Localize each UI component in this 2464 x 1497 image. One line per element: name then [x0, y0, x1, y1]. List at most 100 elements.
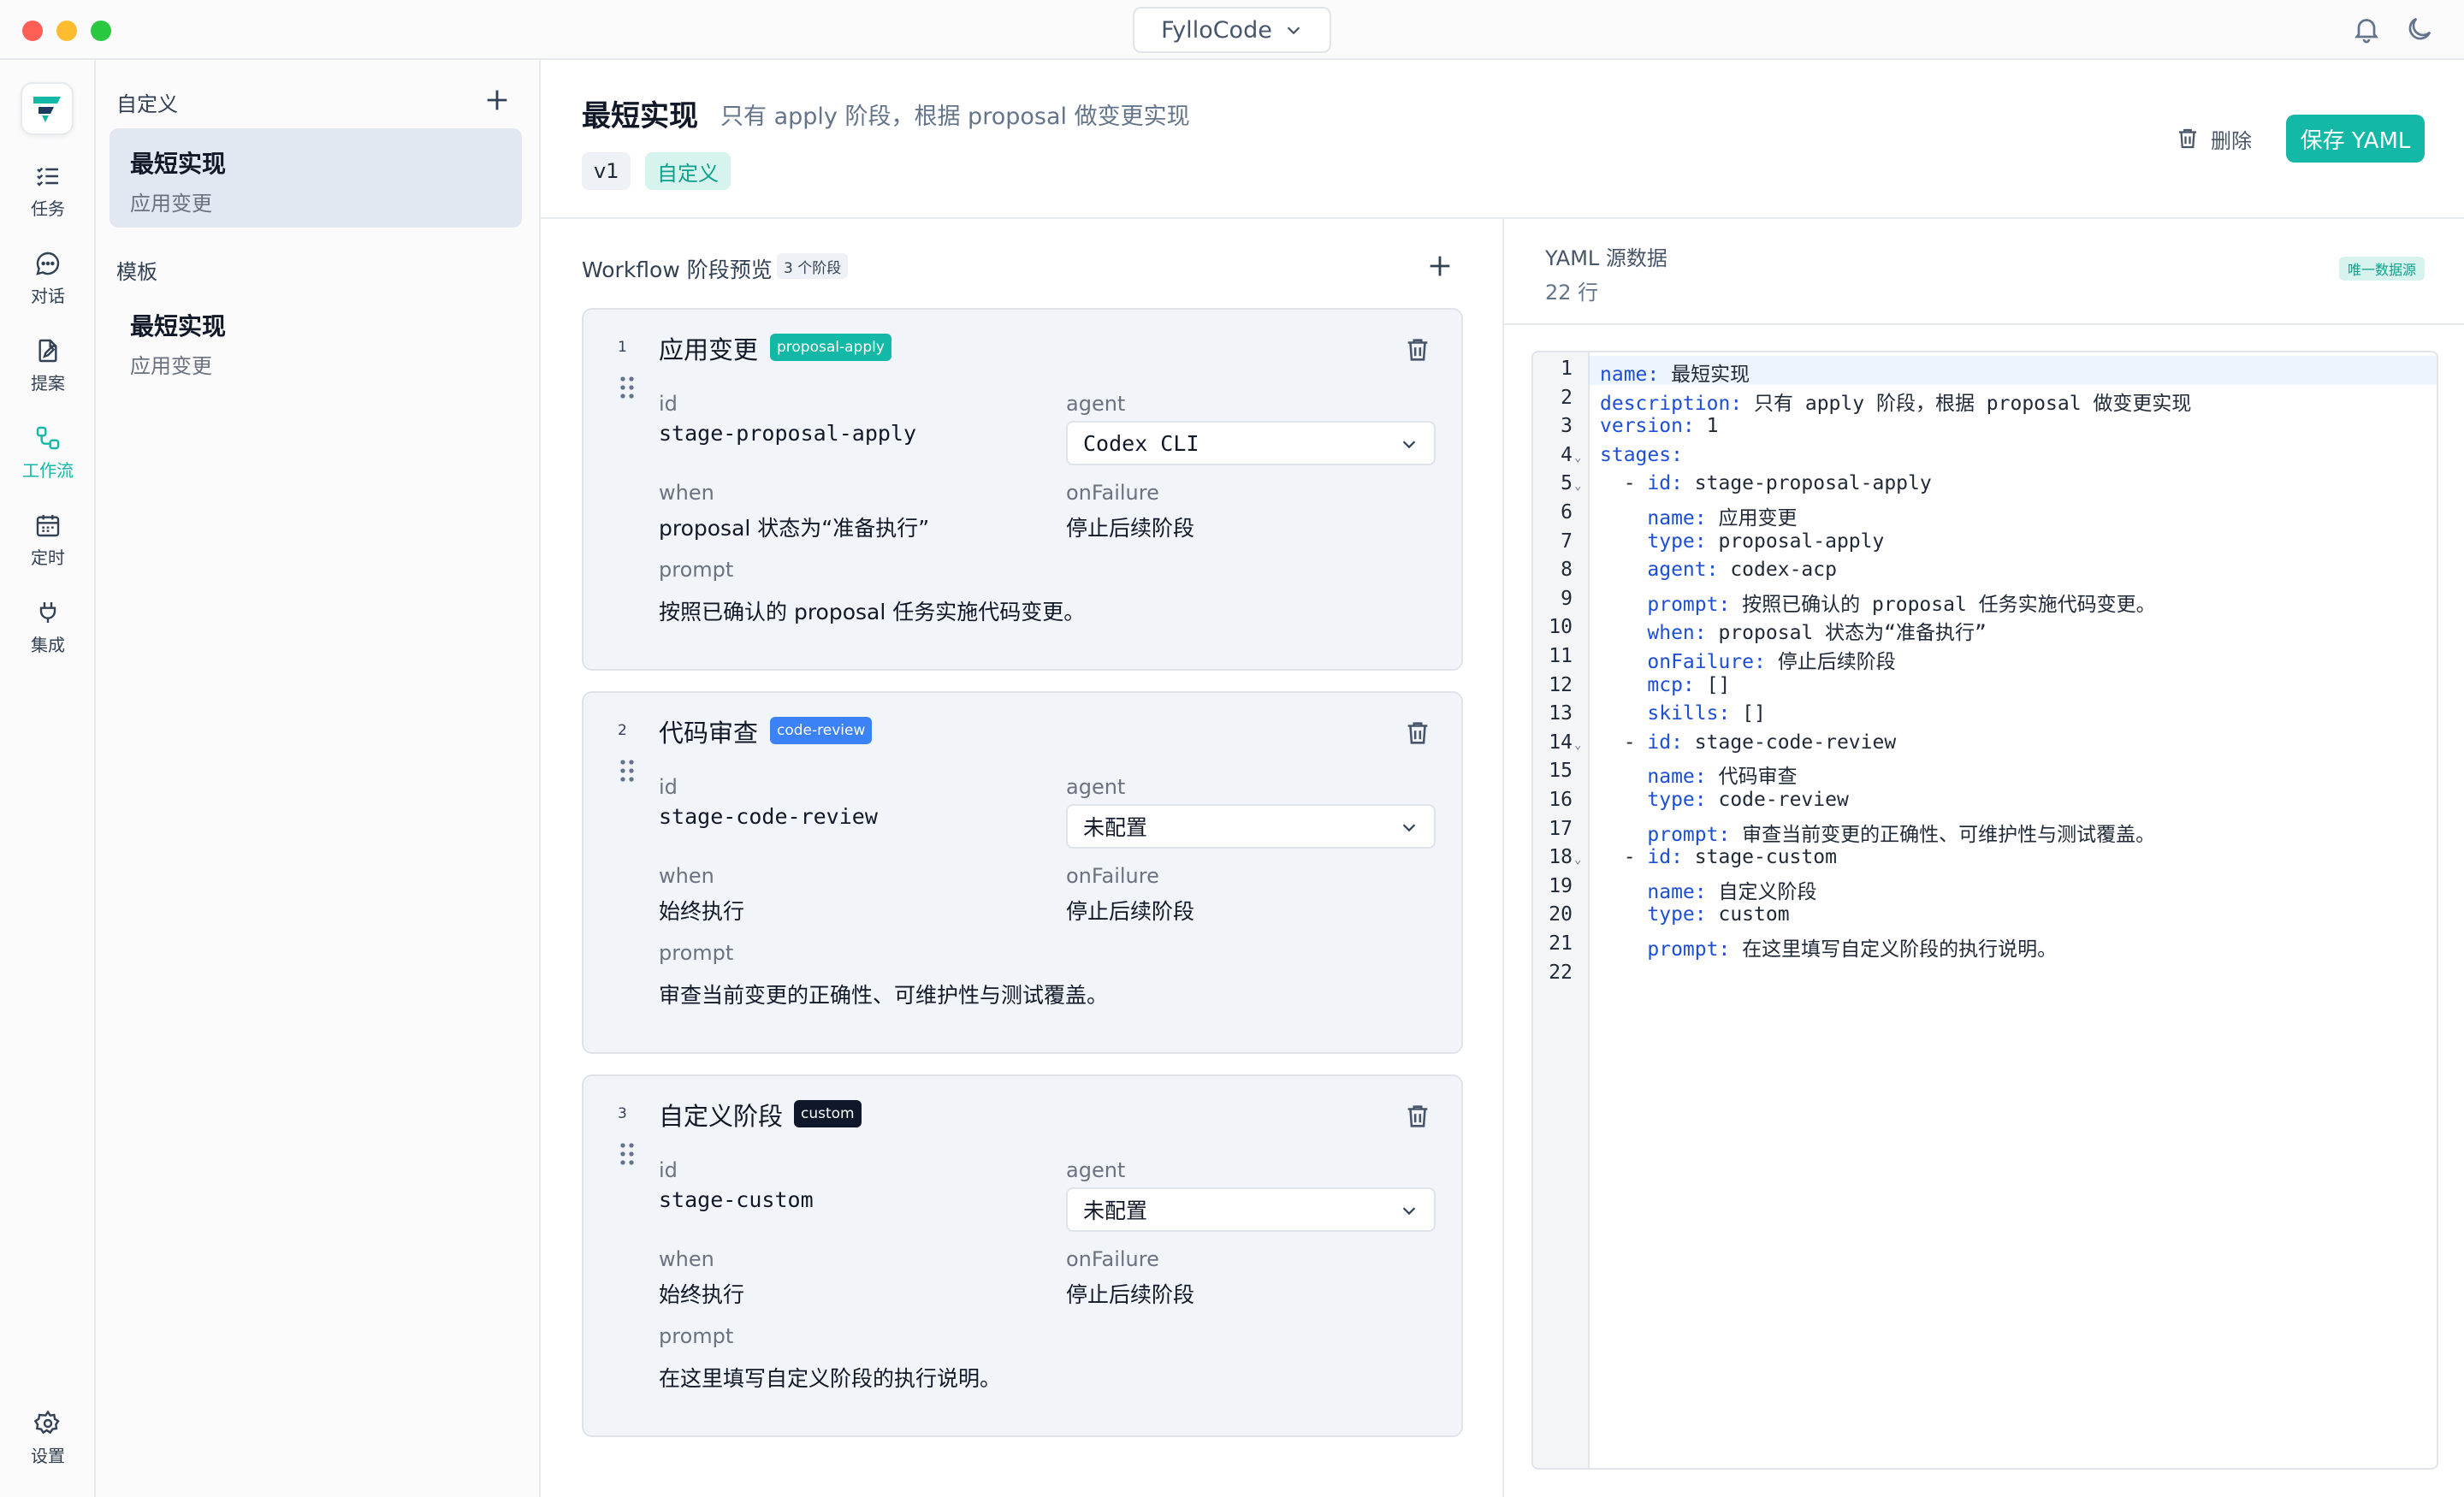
yaml-value: 按照已确认的 proposal 任务实施代码变更。 — [1730, 593, 2156, 616]
agent-label: agent — [1066, 392, 1126, 416]
yaml-key: type: — [1647, 530, 1707, 553]
gear-icon — [34, 1410, 60, 1435]
agent-select-value: Codex CLI — [1083, 430, 1199, 456]
workflow-icon — [36, 426, 60, 450]
line-number: 7 — [1561, 530, 1573, 553]
agent-select[interactable]: 未配置 — [1066, 804, 1436, 849]
nav-integrations[interactable]: 集成 — [0, 599, 96, 672]
line-number: 6 — [1561, 501, 1573, 524]
yaml-value: 自定义阶段 — [1706, 880, 1817, 903]
project-switcher[interactable]: FylloCode — [1133, 7, 1331, 53]
yaml-value: 只有 apply 阶段，根据 proposal 做变更实现 — [1742, 392, 2192, 415]
trash-icon[interactable] — [1403, 1102, 1432, 1131]
workflow-item-title: 最短实现 — [130, 150, 227, 178]
yaml-key: prompt: — [1647, 938, 1731, 961]
drag-handle-icon[interactable] — [618, 758, 637, 784]
custom-workflow-item[interactable]: 最短实现 应用变更 — [110, 128, 522, 228]
agent-label: agent — [1066, 1158, 1126, 1182]
agent-select-value: 未配置 — [1083, 815, 1148, 840]
yaml-value: 代码审查 — [1706, 766, 1798, 789]
calendar-icon — [36, 515, 60, 537]
fold-chevron-icon[interactable]: ⌄ — [1574, 479, 1581, 493]
nav-schedule[interactable]: 定时 — [0, 512, 96, 585]
fold-chevron-icon[interactable]: ⌄ — [1574, 853, 1581, 867]
plug-icon — [39, 602, 56, 623]
yaml-title: YAML 源数据 — [1545, 246, 1667, 270]
stage-id-value: stage-proposal-apply — [659, 421, 917, 446]
code-line: name: 最短实现 — [1600, 358, 1750, 387]
line-number: 5 — [1561, 472, 1573, 495]
agent-select[interactable]: Codex CLI — [1066, 421, 1436, 465]
line-number: 1 — [1561, 358, 1573, 380]
close-window-button[interactable] — [22, 21, 43, 41]
yaml-value: 最短实现 — [1659, 364, 1750, 386]
yaml-key: prompt: — [1647, 593, 1731, 616]
yaml-key: name: — [1647, 880, 1707, 903]
yaml-value: codex-acp — [1718, 559, 1837, 582]
template-workflow-item[interactable]: 最短实现 应用变更 — [110, 291, 522, 390]
stage-number: 2 — [618, 722, 627, 739]
when-label: when — [659, 1247, 714, 1271]
zoom-window-button[interactable] — [91, 21, 111, 41]
workflow-preview-panel: Workflow 阶段预览 3 个阶段 1 应用变更 proposal-appl… — [541, 219, 1504, 1497]
yaml-key: type: — [1647, 789, 1707, 811]
nav-settings-label: 设置 — [31, 1446, 65, 1466]
yaml-key: type: — [1647, 903, 1707, 926]
onfailure-label: onFailure — [1066, 864, 1159, 888]
stage-id-value: stage-code-review — [659, 804, 878, 829]
drag-handle-icon[interactable] — [618, 375, 637, 400]
chat-bubble-icon — [36, 251, 60, 275]
delete-button[interactable]: 删除 — [2175, 120, 2252, 157]
id-label: id — [659, 775, 678, 799]
yaml-key: description: — [1600, 392, 1743, 415]
yaml-code-editor[interactable]: 1 2 3 4 ⌄ 5 ⌄ 6 7 8 9 10 11 12 13 14 ⌄ 15 16 17 18 ⌄ 19 20 21 22 … — [1531, 351, 2438, 1470]
yaml-key: name: — [1600, 364, 1660, 386]
trash-icon[interactable] — [1403, 719, 1432, 748]
line-number: 9 — [1561, 587, 1573, 610]
nav-chat[interactable]: 对话 — [0, 250, 96, 323]
nav-workflow[interactable]: 工作流 — [0, 424, 96, 498]
yaml-value: 审查当前变更的正确性、可维护性与测试覆盖。 — [1730, 823, 2156, 846]
line-number: 3 — [1561, 415, 1573, 438]
yaml-value: 应用变更 — [1706, 507, 1798, 530]
line-number: 12 — [1549, 673, 1573, 696]
minimize-window-button[interactable] — [56, 21, 77, 41]
bell-icon[interactable] — [2351, 14, 2382, 44]
project-switcher-label: FylloCode — [1161, 16, 1272, 44]
yaml-value: 1 — [1694, 415, 1719, 438]
add-stage-plus-icon[interactable] — [1425, 251, 1454, 281]
drag-handle-icon[interactable] — [618, 1141, 637, 1167]
trash-icon[interactable] — [1403, 335, 1432, 364]
code-line: skills: [] — [1600, 702, 1765, 725]
code-line: - id: stage-proposal-apply — [1600, 472, 1932, 494]
yaml-key: onFailure: — [1647, 651, 1766, 673]
prompt-value: 审查当前变更的正确性、可维护性与测试覆盖。 — [659, 983, 1109, 1008]
prompt-value: 在这里填写自定义阶段的执行说明。 — [659, 1366, 1002, 1391]
agent-select[interactable]: 未配置 — [1066, 1187, 1436, 1232]
add-workflow-plus-icon[interactable] — [483, 86, 512, 115]
code-indent: - — [1600, 472, 1648, 495]
id-label: id — [659, 1158, 678, 1182]
line-number-gutter: 1 2 3 4 ⌄ 5 ⌄ 6 7 8 9 10 11 12 13 14 ⌄ 15 16 17 18 ⌄ 19 20 21 22 — [1533, 352, 1590, 1468]
line-number: 4 — [1561, 443, 1573, 466]
nav-settings[interactable]: 设置 — [0, 1410, 96, 1483]
nav-proposals[interactable]: 提案 — [0, 337, 96, 411]
list-check-icon — [37, 167, 58, 186]
fold-chevron-icon[interactable]: ⌄ — [1574, 738, 1581, 752]
nav-proposals-label: 提案 — [31, 373, 65, 393]
page-title: 最短实现 — [582, 99, 698, 133]
stage-id-value: stage-custom — [659, 1187, 814, 1212]
nav-tasks[interactable]: 任务 — [0, 163, 96, 236]
prompt-label: prompt — [659, 941, 734, 965]
save-yaml-button[interactable]: 保存 YAML — [2286, 115, 2425, 163]
fold-chevron-icon[interactable]: ⌄ — [1574, 451, 1581, 464]
line-number: 11 — [1549, 645, 1573, 667]
yaml-value: code-review — [1706, 789, 1849, 811]
moon-icon[interactable] — [2404, 14, 2435, 44]
